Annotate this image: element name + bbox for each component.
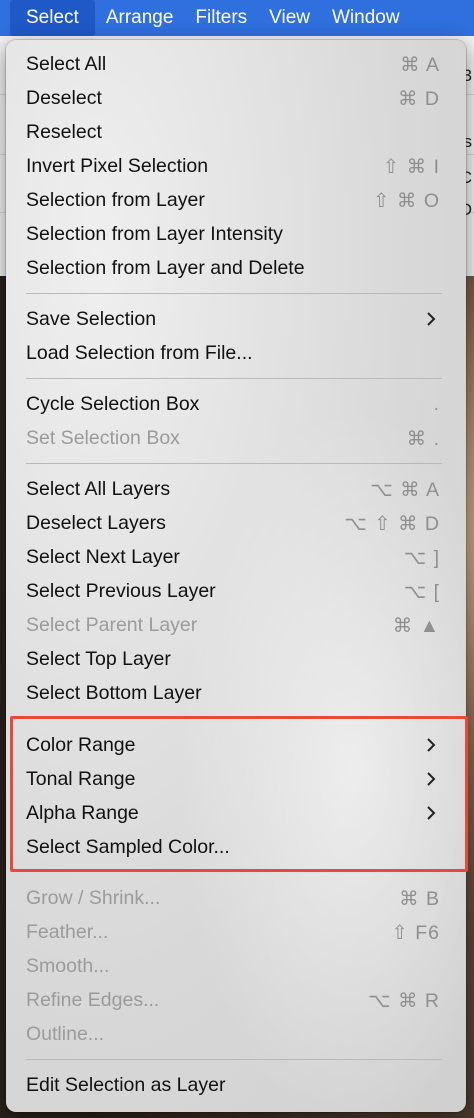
menu-item-load-selection-from-file[interactable]: Load Selection from File... bbox=[6, 336, 466, 370]
menu-separator bbox=[26, 1059, 442, 1060]
shortcut-label: ⌘ B bbox=[399, 888, 440, 910]
menubar-window[interactable]: Window bbox=[321, 0, 411, 36]
shortcut-label: ⌘ ▲ bbox=[392, 615, 440, 637]
menu-item-select-all[interactable]: Select All ⌘ A bbox=[6, 47, 466, 81]
menu-item-save-selection[interactable]: Save Selection bbox=[6, 302, 466, 336]
shortcut-label: ⌥ ⌘ A bbox=[370, 479, 440, 501]
menu-separator bbox=[26, 378, 442, 379]
menu-item-label: Select All bbox=[26, 53, 107, 75]
menu-item-label: Select Next Layer bbox=[26, 546, 180, 568]
menu-item-label: Select Parent Layer bbox=[26, 614, 198, 636]
menu-item-outline: Outline... bbox=[6, 1017, 466, 1051]
menu-item-select-parent-layer: Select Parent Layer ⌘ ▲ bbox=[6, 608, 466, 642]
menu-item-select-next-layer[interactable]: Select Next Layer ⌥ ] bbox=[6, 540, 466, 574]
menu-item-label: Outline... bbox=[26, 1023, 105, 1045]
shortcut-label: ⌘ . bbox=[406, 428, 440, 450]
menubar-filters[interactable]: Filters bbox=[184, 0, 258, 36]
menu-item-invert-pixel-selection[interactable]: Invert Pixel Selection ⇧ ⌘ I bbox=[6, 149, 466, 183]
menu-item-label: Select Bottom Layer bbox=[26, 682, 202, 704]
shortcut-label: ⌥ ⌘ R bbox=[368, 990, 440, 1012]
menu-item-label: Selection from Layer Intensity bbox=[26, 223, 283, 245]
menubar-view[interactable]: View bbox=[258, 0, 321, 36]
menu-item-label: Deselect bbox=[26, 87, 102, 109]
menu-item-label: Smooth... bbox=[26, 955, 110, 977]
menu-item-edit-selection-as-layer[interactable]: Edit Selection as Layer bbox=[6, 1068, 466, 1102]
select-menu: Select All ⌘ A Deselect ⌘ D Reselect Inv… bbox=[6, 40, 466, 1112]
menu-item-grow-shrink: Grow / Shrink... ⌘ B bbox=[6, 881, 466, 915]
menu-item-label: Load Selection from File... bbox=[26, 342, 253, 364]
menu-item-label: Invert Pixel Selection bbox=[26, 155, 209, 177]
menu-bar: Select Arrange Filters View Window bbox=[0, 0, 474, 36]
shortcut-label: ⇧ F6 bbox=[391, 922, 440, 944]
shortcut-label: ⌘ D bbox=[398, 88, 440, 110]
menu-item-select-top-layer[interactable]: Select Top Layer bbox=[6, 642, 466, 676]
menu-item-refine-edges: Refine Edges... ⌥ ⌘ R bbox=[6, 983, 466, 1017]
menu-item-select-previous-layer[interactable]: Select Previous Layer ⌥ [ bbox=[6, 574, 466, 608]
menu-item-label: Reselect bbox=[26, 121, 102, 143]
chevron-right-icon bbox=[427, 312, 436, 326]
menu-item-label: Select All Layers bbox=[26, 478, 171, 500]
menu-item-label: Edit Selection as Layer bbox=[26, 1074, 226, 1096]
highlight-annotation-box bbox=[10, 716, 468, 872]
menu-item-label: Save Selection bbox=[26, 308, 157, 330]
menu-item-feather: Feather... ⇧ F6 bbox=[6, 915, 466, 949]
menu-item-selection-from-layer-intensity[interactable]: Selection from Layer Intensity bbox=[6, 217, 466, 251]
menu-item-smooth: Smooth... bbox=[6, 949, 466, 983]
menu-item-label: Refine Edges... bbox=[26, 989, 160, 1011]
menu-item-deselect-layers[interactable]: Deselect Layers ⌥ ⇧ ⌘ D bbox=[6, 506, 466, 540]
menu-item-label: Feather... bbox=[26, 921, 109, 943]
menu-item-set-selection-box: Set Selection Box ⌘ . bbox=[6, 421, 466, 455]
menu-item-label: Select Previous Layer bbox=[26, 580, 216, 602]
menubar-select[interactable]: Select bbox=[10, 0, 95, 36]
menu-item-label: Set Selection Box bbox=[26, 427, 180, 449]
shortcut-label: ⇧ ⌘ O bbox=[373, 190, 440, 212]
shortcut-label: ⇧ ⌘ I bbox=[382, 156, 440, 178]
menu-item-label: Select Top Layer bbox=[26, 648, 171, 670]
menu-separator bbox=[26, 293, 442, 294]
menu-item-label: Grow / Shrink... bbox=[26, 887, 161, 909]
menu-item-label: Selection from Layer and Delete bbox=[26, 257, 305, 279]
menu-item-selection-from-layer[interactable]: Selection from Layer ⇧ ⌘ O bbox=[6, 183, 466, 217]
menu-item-reselect[interactable]: Reselect bbox=[6, 115, 466, 149]
shortcut-label: ⌥ ] bbox=[403, 547, 440, 569]
shortcut-label: . bbox=[433, 393, 440, 415]
shortcut-label: ⌥ ⇧ ⌘ D bbox=[344, 513, 440, 535]
menu-item-cycle-selection-box[interactable]: Cycle Selection Box . bbox=[6, 387, 466, 421]
menu-item-label: Selection from Layer bbox=[26, 189, 205, 211]
menu-item-label: Cycle Selection Box bbox=[26, 393, 200, 415]
menu-item-selection-from-layer-and-delete[interactable]: Selection from Layer and Delete bbox=[6, 251, 466, 285]
shortcut-label: ⌥ [ bbox=[403, 581, 440, 603]
menubar-arrange[interactable]: Arrange bbox=[95, 0, 185, 36]
menu-separator bbox=[26, 463, 442, 464]
menu-item-select-bottom-layer[interactable]: Select Bottom Layer bbox=[6, 676, 466, 710]
menu-item-deselect[interactable]: Deselect ⌘ D bbox=[6, 81, 466, 115]
shortcut-label: ⌘ A bbox=[400, 54, 440, 76]
menu-item-label: Deselect Layers bbox=[26, 512, 166, 534]
menu-item-select-all-layers[interactable]: Select All Layers ⌥ ⌘ A bbox=[6, 472, 466, 506]
